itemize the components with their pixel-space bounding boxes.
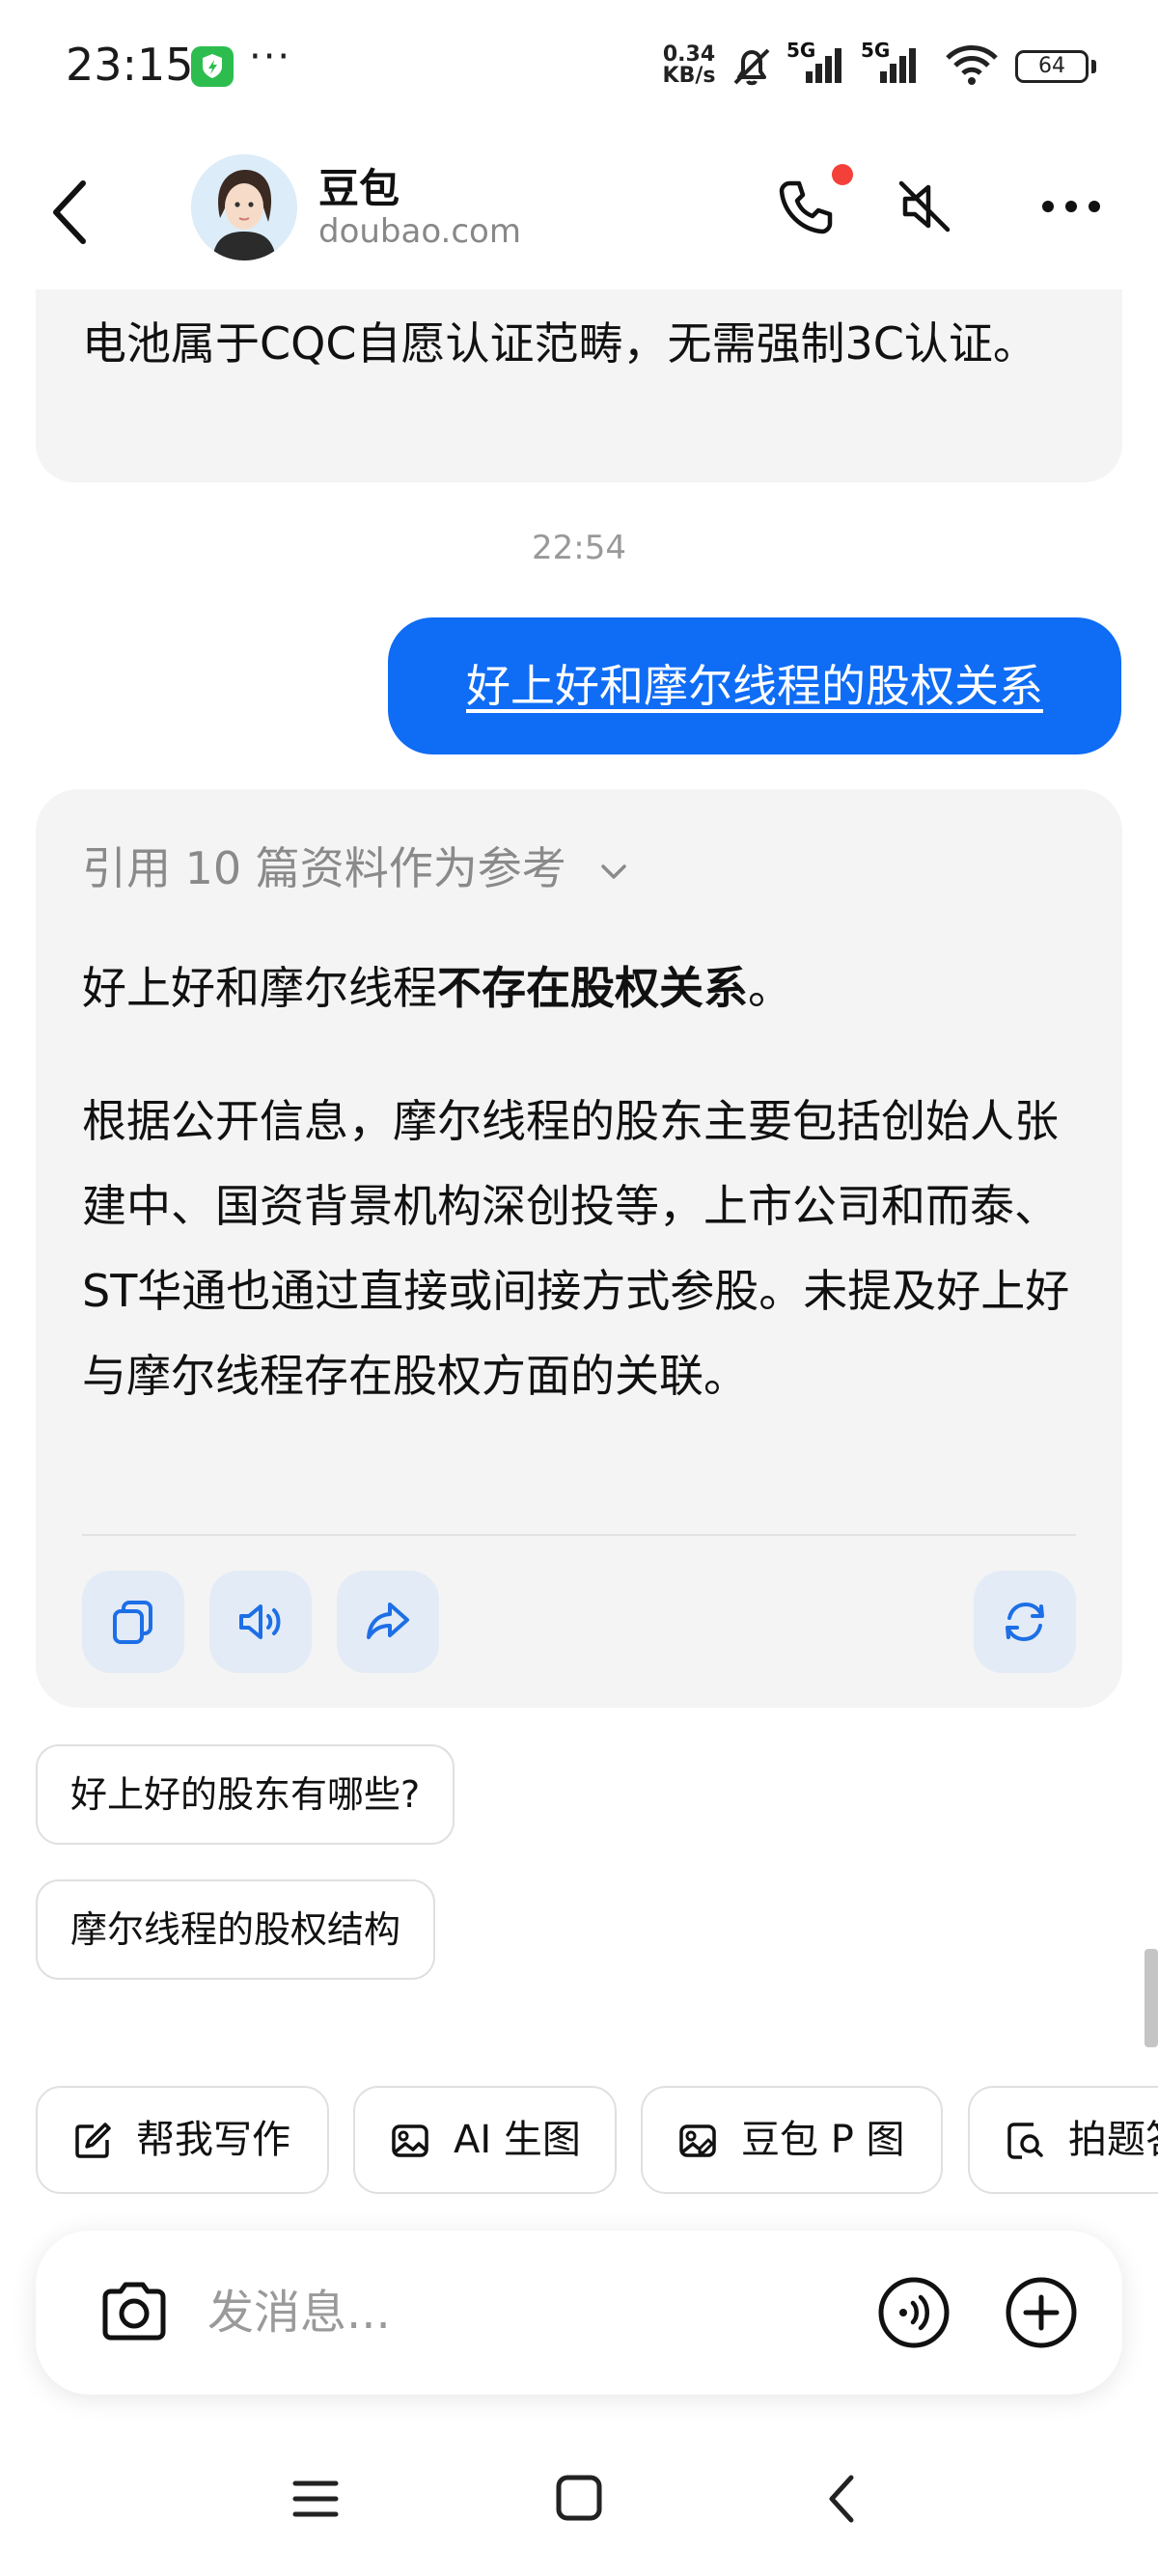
- regenerate-button[interactable]: [974, 1571, 1076, 1673]
- avatar[interactable]: [191, 154, 297, 260]
- scrollbar-thumb[interactable]: [1144, 1949, 1158, 2047]
- voice-input-button[interactable]: [866, 2264, 962, 2361]
- status-bar: 23:15 ··· 0.34 KB/s 5G 5G 64: [0, 0, 1158, 135]
- chat-subtitle: doubao.com: [318, 212, 521, 251]
- system-back-button[interactable]: [789, 2451, 896, 2547]
- refresh-icon: [1006, 1602, 1044, 1642]
- battery-tip: [1091, 60, 1096, 73]
- user-message[interactable]: 好上好和摩尔线程的股权关系: [388, 617, 1121, 754]
- image-icon: [392, 2124, 428, 2157]
- write-assist-chip[interactable]: 帮我写作: [36, 2086, 329, 2194]
- scan-question-icon: [1007, 2123, 1043, 2159]
- speaker-off-icon: [898, 180, 951, 233]
- more-options-button[interactable]: [1033, 168, 1110, 245]
- previous-bot-message: 电池属于CQC自愿认证范畴，无需强制3C认证。: [36, 270, 1122, 482]
- home-square-icon: [556, 2475, 602, 2521]
- references-toggle[interactable]: 引用 10 篇资料作为参考: [82, 834, 630, 897]
- references-label: 引用 10 篇资料作为参考: [82, 842, 566, 894]
- network-speed: 0.34 KB/s: [662, 42, 716, 88]
- voice-wave-icon: [878, 2277, 950, 2348]
- answer-body: 根据公开信息，摩尔线程的股东主要包括创始人张建中、国资背景机构深创投等，上市公司…: [82, 1095, 1070, 1402]
- add-attachment-button[interactable]: [993, 2264, 1089, 2361]
- recent-apps-button[interactable]: [262, 2451, 369, 2547]
- edit-icon: [75, 2123, 111, 2158]
- message-input[interactable]: [207, 2231, 902, 2395]
- answer-summary-bold: 不存在股权关系: [437, 962, 748, 1014]
- menu-icon: [292, 2480, 339, 2517]
- suggestion-chip[interactable]: 好上好的股东有哪些?: [36, 1744, 455, 1845]
- more-icon: [1042, 201, 1100, 212]
- answer-divider: [82, 1534, 1076, 1536]
- more-notifications-icon: ···: [249, 35, 292, 79]
- battery-icon: 64: [1015, 50, 1089, 83]
- copy-icon: [113, 1601, 152, 1644]
- bot-answer-card: 引用 10 篇资料作为参考 好上好和摩尔线程不存在股权关系。 根据公开信息，摩尔…: [36, 789, 1122, 1708]
- ai-image-chip[interactable]: AI 生图: [353, 2086, 617, 2194]
- chat-title: 豆包: [318, 165, 400, 212]
- home-button[interactable]: [526, 2451, 632, 2547]
- mute-speaker-button[interactable]: [888, 168, 965, 245]
- speaker-icon: [239, 1604, 281, 1639]
- message-composer: [36, 2231, 1122, 2395]
- call-notification-dot: [832, 164, 853, 185]
- chat-header: 豆包 doubao.com: [0, 135, 1158, 289]
- security-shield-icon: [191, 46, 234, 87]
- photo-edit-icon: [679, 2124, 716, 2157]
- back-button[interactable]: [39, 174, 106, 251]
- status-time: 23:15: [66, 39, 194, 91]
- back-chevron-icon: [829, 2475, 854, 2523]
- share-button[interactable]: [337, 1571, 439, 1673]
- camera-button[interactable]: [86, 2264, 182, 2361]
- copy-button[interactable]: [82, 1571, 184, 1673]
- suggestion-chip[interactable]: 摩尔线程的股权结构: [36, 1879, 436, 1980]
- plus-circle-icon: [1006, 2277, 1077, 2348]
- mute-bell-icon: [733, 48, 770, 86]
- wifi-icon: [946, 45, 998, 85]
- chevron-down-icon: [601, 863, 627, 879]
- photo-question-chip[interactable]: 拍题答疑: [968, 2086, 1158, 2194]
- photo-edit-chip[interactable]: 豆包 P 图: [641, 2086, 943, 2194]
- previous-message-text: 电池属于CQC自愿认证范畴，无需强制3C认证。: [82, 317, 1037, 370]
- camera-icon: [102, 2282, 166, 2341]
- share-icon: [367, 1603, 409, 1639]
- signal-icon-2: 5G: [861, 39, 923, 91]
- message-timestamp: 22:54: [532, 529, 626, 567]
- system-nav-bar: [0, 2431, 1158, 2576]
- answer-summary: 好上好和摩尔线程不存在股权关系。: [82, 962, 792, 1014]
- read-aloud-button[interactable]: [209, 1571, 312, 1673]
- signal-icon-1: 5G: [786, 39, 848, 91]
